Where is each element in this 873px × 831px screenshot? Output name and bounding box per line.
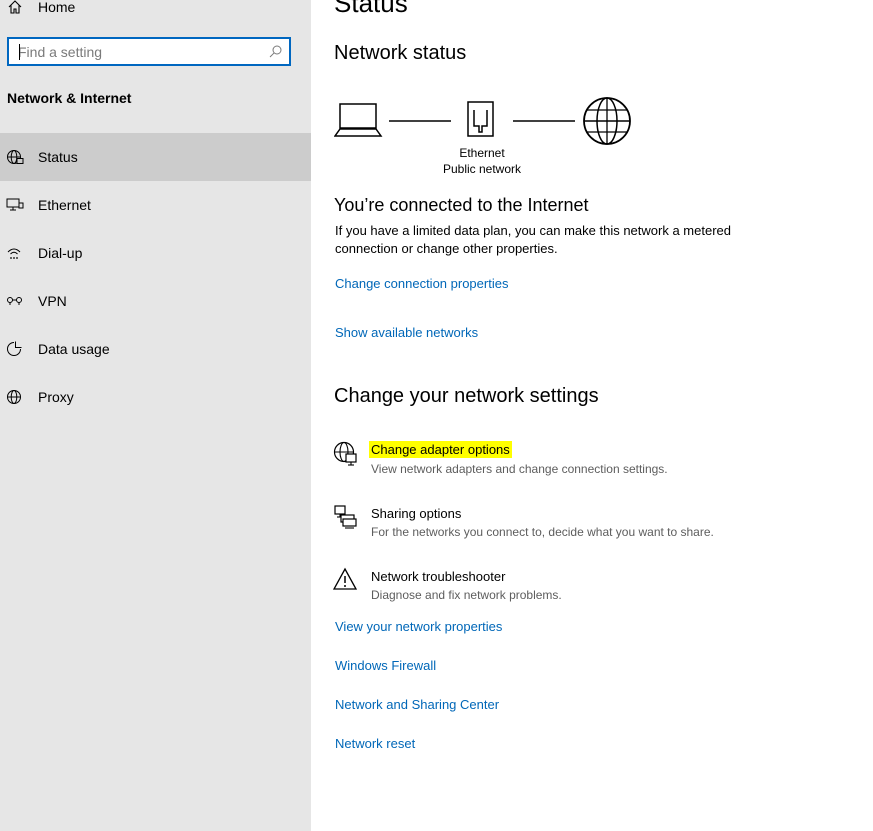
sidebar-item-label: Status xyxy=(38,149,78,165)
change-settings-heading: Change your network settings xyxy=(334,385,599,407)
setting-description: For the networks you connect to, decide … xyxy=(371,525,714,539)
sidebar-item-label: Ethernet xyxy=(38,197,91,213)
text-caret xyxy=(19,44,20,60)
page-title: Status xyxy=(334,0,408,18)
main-content: Status Network status Ethernet Public ne… xyxy=(311,0,873,831)
connected-description: If you have a limited data plan, you can… xyxy=(335,223,731,256)
network-reset-link[interactable]: Network reset xyxy=(335,736,415,751)
sidebar-item-status[interactable]: Status xyxy=(0,133,311,181)
setting-title[interactable]: Network troubleshooter xyxy=(371,569,505,584)
dialup-icon xyxy=(7,248,21,259)
sidebar-item-dialup[interactable]: Dial-up xyxy=(0,229,311,277)
setting-title[interactable]: Change adapter options xyxy=(369,441,512,458)
search-icon[interactable] xyxy=(269,45,282,58)
sidebar-item-label: VPN xyxy=(38,293,67,309)
search-input[interactable] xyxy=(18,43,258,61)
change-connection-properties-link[interactable]: Change connection properties xyxy=(335,276,508,291)
sharing-options[interactable]: Sharing options For the networks you con… xyxy=(333,504,783,550)
network-diagram: Ethernet Public network xyxy=(333,96,634,180)
view-network-properties-link[interactable]: View your network properties xyxy=(335,619,502,634)
sidebar-item-label: Data usage xyxy=(38,341,110,357)
connected-heading: You’re connected to the Internet xyxy=(334,195,589,215)
globe-icon xyxy=(7,390,21,404)
network-status-heading: Network status xyxy=(334,42,467,64)
sidebar: Home Network & Internet Status xyxy=(0,0,311,831)
connection-name: Ethernet xyxy=(459,146,505,160)
home-label: Home xyxy=(38,0,76,15)
windows-firewall-link[interactable]: Windows Firewall xyxy=(335,658,436,673)
sidebar-item-vpn[interactable]: VPN xyxy=(0,277,311,325)
vpn-icon xyxy=(7,297,22,305)
sidebar-item-label: Proxy xyxy=(38,389,74,405)
network-troubleshooter[interactable]: Network troubleshooter Diagnose and fix … xyxy=(333,567,783,613)
home-link[interactable]: Home xyxy=(7,0,75,18)
sidebar-item-label: Dial-up xyxy=(38,245,83,261)
ethernet-port-icon xyxy=(467,101,494,137)
sharing-icon xyxy=(334,505,357,529)
show-available-networks-link[interactable]: Show available networks xyxy=(335,325,478,340)
network-type: Public network xyxy=(442,162,522,176)
setting-title[interactable]: Sharing options xyxy=(371,506,461,521)
sidebar-item-data-usage[interactable]: Data usage xyxy=(0,325,311,373)
change-adapter-options[interactable]: Change adapter options View network adap… xyxy=(333,441,783,487)
search-box[interactable] xyxy=(7,37,291,66)
sidebar-nav: Status Ethernet Dial-up VPN Data usage P… xyxy=(0,133,311,421)
setting-description: Diagnose and fix network problems. xyxy=(371,588,562,602)
sidebar-item-ethernet[interactable]: Ethernet xyxy=(0,181,311,229)
sidebar-item-proxy[interactable]: Proxy xyxy=(0,373,311,421)
laptop-icon xyxy=(333,103,383,137)
network-sharing-center-link[interactable]: Network and Sharing Center xyxy=(335,697,499,712)
data-usage-icon xyxy=(7,341,22,356)
setting-description: View network adapters and change connect… xyxy=(371,462,668,476)
warning-icon xyxy=(333,567,358,590)
internet-globe-icon xyxy=(583,97,631,145)
globe-icon xyxy=(7,150,24,164)
ethernet-icon xyxy=(6,198,24,211)
adapter-icon xyxy=(333,441,357,466)
home-icon xyxy=(8,0,22,14)
section-title: Network & Internet xyxy=(7,90,132,106)
